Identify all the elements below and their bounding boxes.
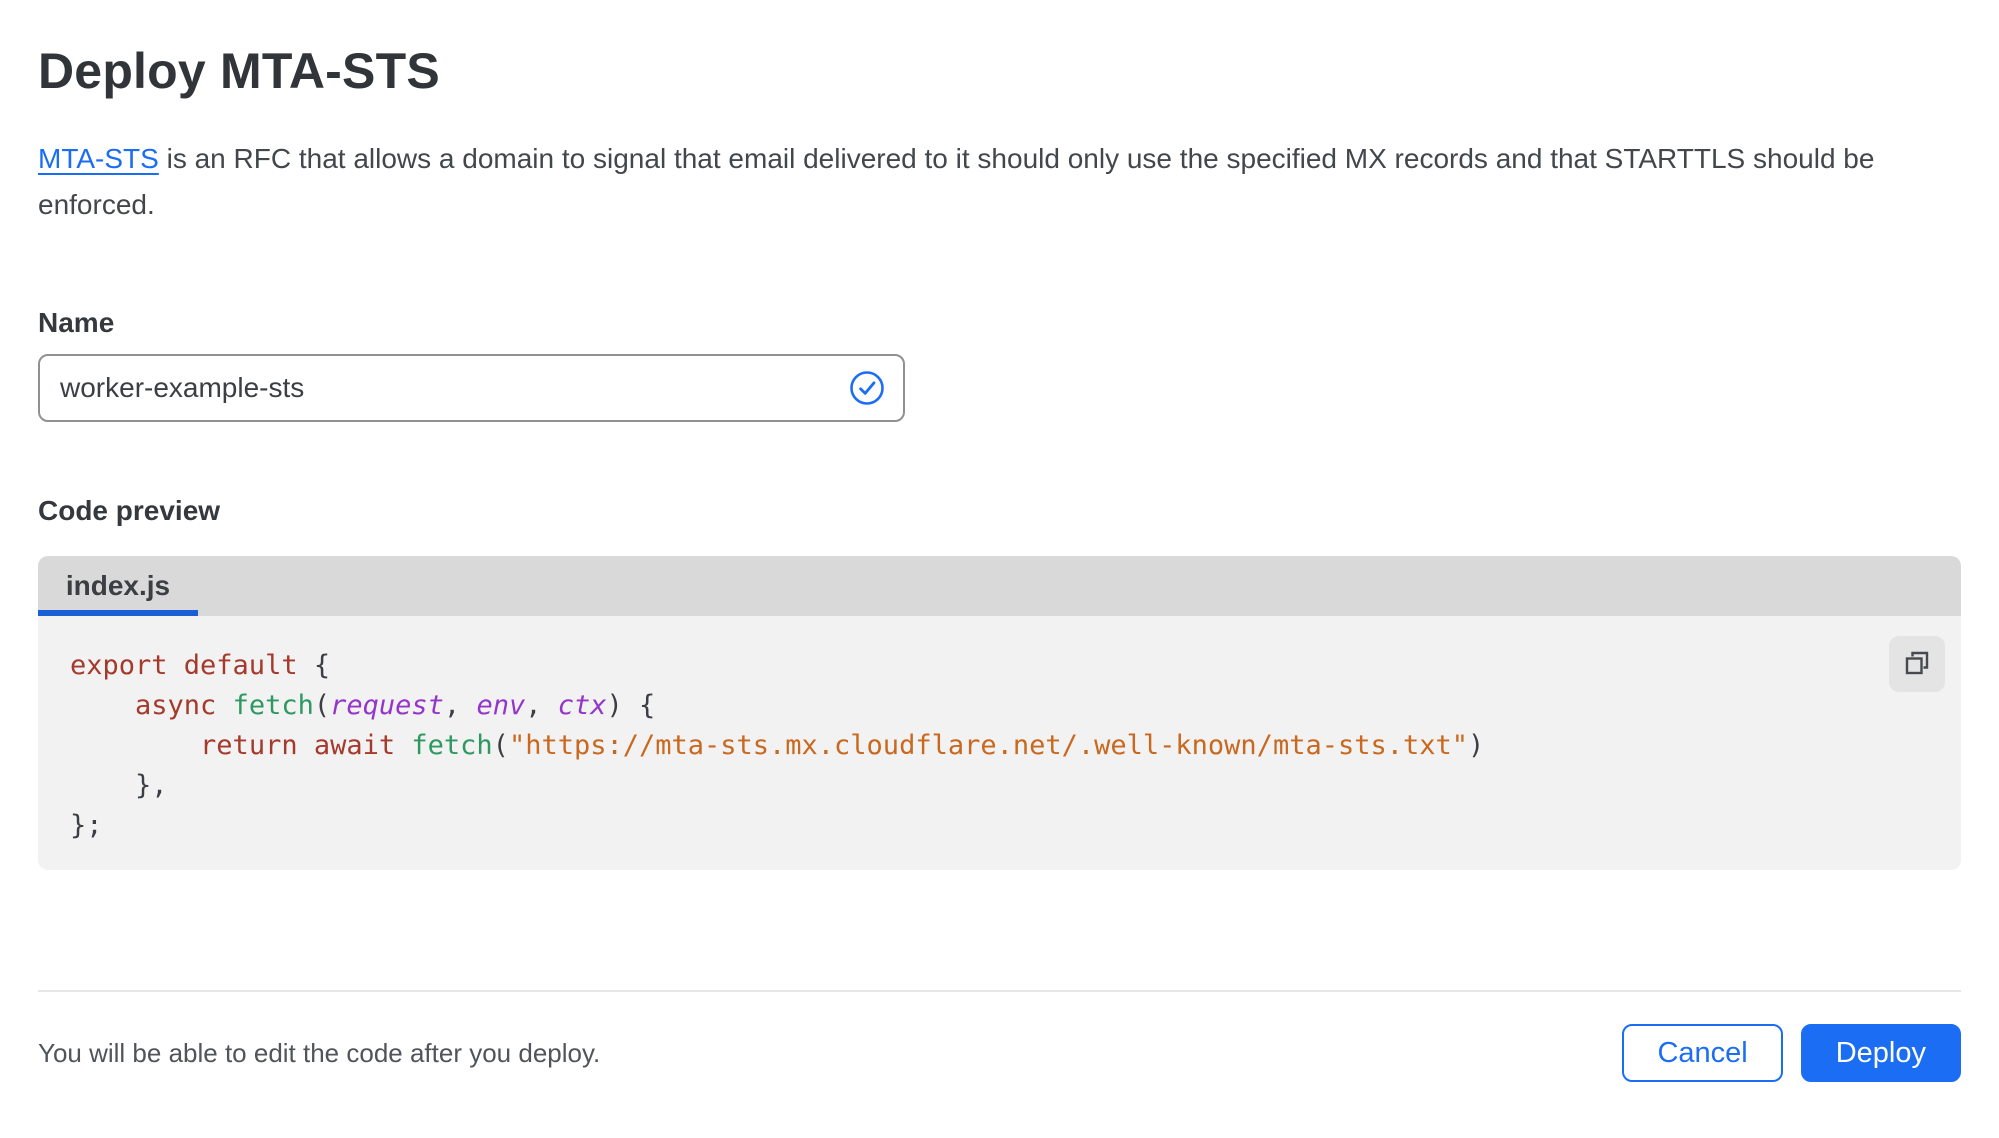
page-title: Deploy MTA-STS: [38, 43, 440, 99]
description-body: is an RFC that allows a domain to signal…: [38, 143, 1875, 220]
tab-index-js-label: index.js: [65, 570, 171, 601]
check-circle-icon: [849, 370, 885, 406]
code-line: return await fetch("https://mta-sts.mx.c…: [70, 726, 1927, 766]
code-line: async fetch(request, env, ctx) {: [70, 686, 1927, 726]
code-token: ctx: [557, 690, 607, 721]
description-text: MTA-STS is an RFC that allows a domain t…: [38, 136, 1938, 228]
code-tab-bar: index.js: [38, 556, 1961, 616]
code-token: return await: [200, 730, 396, 761]
code-token: fetch: [411, 730, 493, 761]
code-token: fetch: [232, 690, 314, 721]
code-token: "https://mta-sts.mx.cloudflare.net/.well…: [508, 730, 1469, 761]
code-line: };: [70, 806, 1927, 846]
name-input[interactable]: [60, 372, 849, 404]
footer: You will be able to edit the code after …: [38, 1024, 1961, 1082]
copy-code-button[interactable]: [1889, 636, 1945, 692]
copy-icon: [1903, 649, 1931, 680]
deploy-mta-sts-page: Deploy MTA-STS MTA-STS is an RFC that al…: [0, 0, 1999, 1082]
code-token: async: [135, 690, 217, 721]
code-token: },: [70, 770, 168, 801]
footer-divider: [38, 990, 1961, 992]
code-token: ,: [443, 690, 477, 721]
footer-actions: Cancel Deploy: [1622, 1024, 1961, 1082]
cancel-button[interactable]: Cancel: [1622, 1024, 1783, 1082]
name-field-label: Name: [38, 307, 115, 338]
code-editor-preview: export default { async fetch(request, en…: [38, 616, 1961, 870]
mta-sts-link[interactable]: MTA-STS: [38, 143, 159, 174]
code-token: (: [492, 730, 509, 761]
footer-note: You will be able to edit the code after …: [38, 1037, 601, 1068]
tab-index-js[interactable]: index.js: [38, 556, 198, 616]
code-token: };: [70, 810, 103, 841]
code-line: },: [70, 766, 1927, 806]
code-token: ) {: [606, 690, 656, 721]
code-preview-label: Code preview: [38, 495, 221, 526]
code-token: request: [330, 690, 444, 721]
code-token: ,: [525, 690, 558, 721]
name-input-container: [38, 354, 905, 422]
code-token: (: [313, 690, 331, 721]
code-token: env: [476, 690, 526, 721]
code-line: export default {: [70, 646, 1927, 686]
code-token: ): [1468, 730, 1485, 761]
deploy-button[interactable]: Deploy: [1800, 1024, 1961, 1082]
code-token: export default: [70, 650, 298, 681]
code-token: {: [297, 650, 331, 681]
code-preview-card: index.js export default { async fetch(re…: [38, 556, 1961, 870]
